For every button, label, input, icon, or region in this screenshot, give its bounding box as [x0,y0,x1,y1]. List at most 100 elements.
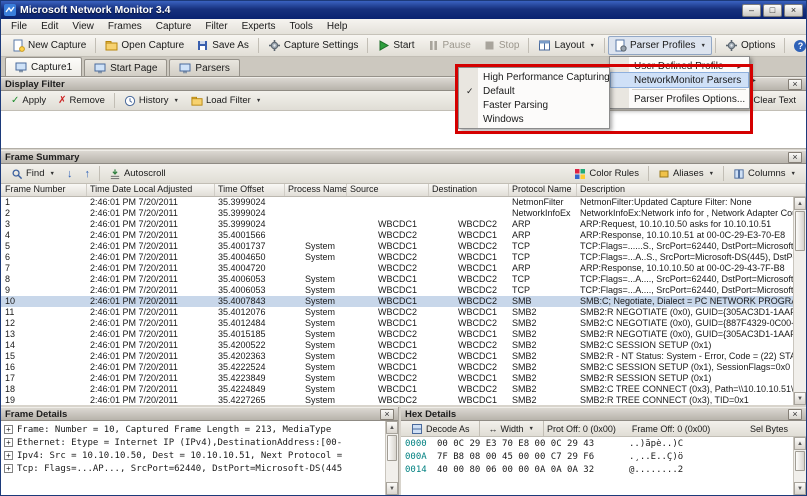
close-panel-icon[interactable]: × [788,78,802,90]
expand-icon[interactable]: + [4,451,13,460]
frame-row[interactable]: 2 2:46:01 PM 7/20/2011 35.3999024 Networ… [1,208,793,219]
tab[interactable]: Start Page [84,59,168,76]
frame-detail-node[interactable]: + Tcp: Flags=...AP..., SrcPort=62440, Ds… [4,462,385,475]
scroll-up-button[interactable]: ▲ [386,421,398,434]
frame-details-scrollbar[interactable]: ▲ ▼ [385,421,398,495]
menu-item[interactable]: File [4,20,34,33]
load-filter-label: Load Filter [205,95,251,106]
frame-row[interactable]: 8 2:46:01 PM 7/20/2011 35.4006053 System… [1,274,793,285]
scroll-up-button[interactable]: ▲ [794,197,806,210]
frame-row[interactable]: 14 2:46:01 PM 7/20/2011 35.4200522 Syste… [1,340,793,351]
frame-row[interactable]: 3 2:46:01 PM 7/20/2011 35.3999024 WBCDC1… [1,219,793,230]
frame-row[interactable]: 1 2:46:01 PM 7/20/2011 35.3999024 Netmon… [1,197,793,208]
frame-row[interactable]: 7 2:46:01 PM 7/20/2011 35.4004720 WBCDC2… [1,263,793,274]
frame-row[interactable]: 11 2:46:01 PM 7/20/2011 35.4012076 Syste… [1,307,793,318]
remove-button[interactable]: ✗ Remove [52,92,111,109]
frame-row[interactable]: 9 2:46:01 PM 7/20/2011 35.4006053 System… [1,285,793,296]
submenu-item[interactable]: Faster Parsing [460,98,608,112]
expand-icon[interactable]: + [4,464,13,473]
scroll-down-button[interactable]: ▼ [794,392,806,405]
parser-profiles-button[interactable]: Parser Profiles ▼ [607,36,712,55]
frame-detail-node[interactable]: + Ipv4: Src = 10.10.10.50, Dest = 10.10.… [4,449,385,462]
aliases-button[interactable]: Aliases ▼ [652,165,720,183]
find-next-button[interactable]: ↓ [61,165,79,183]
hex-row[interactable]: 000A 7F B8 08 00 45 00 00 C7 29 F6 .¸..E… [405,452,793,465]
menu-item[interactable]: View [65,20,101,33]
menu-item[interactable]: Parser Profiles Options... [611,89,748,106]
scroll-thumb[interactable] [387,435,397,461]
close-panel-icon[interactable]: × [788,408,802,420]
frame-detail-node[interactable]: + Ethernet: Etype = Internet IP (IPv4),D… [4,436,385,449]
autoscroll-button[interactable]: Autoscroll [103,165,172,183]
layout-button[interactable]: Layout ▼ [532,36,600,55]
close-button[interactable]: × [784,3,803,17]
column-header-destination[interactable]: Destination [429,184,509,196]
frame-table-scrollbar[interactable]: ▲ ▼ [793,197,806,405]
expand-icon[interactable]: + [4,438,13,447]
column-header-frame-number[interactable]: Frame Number [1,184,87,196]
frame-row[interactable]: 16 2:46:01 PM 7/20/2011 35.4222524 Syste… [1,362,793,373]
menu-item[interactable]: Filter [198,20,234,33]
frame-row[interactable]: 5 2:46:01 PM 7/20/2011 35.4001737 System… [1,241,793,252]
find-button[interactable]: Find ▼ [5,165,61,183]
new-capture-button[interactable]: New Capture [6,36,92,55]
column-header-process-name[interactable]: Process Name [285,184,347,196]
column-header-source[interactable]: Source [347,184,429,196]
menu-item[interactable]: Edit [34,20,65,33]
display-filter-input[interactable] [1,111,806,149]
menu-item[interactable]: Tools [282,20,319,33]
start-button[interactable]: Start [371,36,420,55]
frame-row[interactable]: 12 2:46:01 PM 7/20/2011 35.4012484 Syste… [1,318,793,329]
expand-icon[interactable]: + [4,425,13,434]
submenu-item[interactable]: Windows [460,112,608,126]
capture-settings-button[interactable]: Capture Settings [262,36,365,55]
frame-row[interactable]: 4 2:46:01 PM 7/20/2011 35.4001566 WBCDC2… [1,230,793,241]
frame-row[interactable]: 18 2:46:01 PM 7/20/2011 35.4224849 Syste… [1,384,793,395]
width-button[interactable]: ↔ Width ▼ [483,421,540,437]
find-prev-button[interactable]: ↑ [78,165,96,183]
history-button[interactable]: History ▼ [118,92,185,110]
column-header-time-offset[interactable]: Time Offset [215,184,285,196]
column-header-description[interactable]: Description [577,184,806,196]
frame-row[interactable]: 19 2:46:01 PM 7/20/2011 35.4227265 Syste… [1,395,793,405]
scroll-down-button[interactable]: ▼ [794,482,806,495]
frame-row[interactable]: 17 2:46:01 PM 7/20/2011 35.4223849 Syste… [1,373,793,384]
options-button[interactable]: Options [719,36,781,55]
menu-item[interactable]: Frames [101,20,149,33]
frame-row[interactable]: 10 2:46:01 PM 7/20/2011 35.4007843 Syste… [1,296,793,307]
color-rules-button[interactable]: Color Rules [568,165,645,183]
scroll-thumb[interactable] [795,211,805,251]
scroll-thumb[interactable] [795,451,805,471]
submenu-item[interactable]: ✓ Default [460,84,608,98]
frame-row[interactable]: 13 2:46:01 PM 7/20/2011 35.4015185 Syste… [1,329,793,340]
column-header-time-date[interactable]: Time Date Local Adjusted [87,184,215,196]
hex-scrollbar[interactable]: ▲ ▼ [793,437,806,495]
tab[interactable]: Parsers [169,59,240,76]
column-header-protocol-name[interactable]: Protocol Name [509,184,577,196]
submenu-item[interactable]: High Performance Capturing [460,70,610,84]
columns-button[interactable]: Columns ▼ [727,165,802,183]
menu-item[interactable]: Experts [235,20,283,33]
save-as-button[interactable]: Save As [190,36,255,55]
menu-item[interactable]: NetworkMonitor Parsers ▶ [610,72,756,88]
maximize-button[interactable]: □ [763,3,782,17]
scroll-up-button[interactable]: ▲ [794,437,806,450]
scroll-down-button[interactable]: ▼ [386,482,398,495]
decode-as-button[interactable]: Decode As [405,420,476,438]
hex-row[interactable]: 0000 00 0C 29 E3 70 E8 00 0C 29 43 ..)ãp… [405,439,793,452]
load-filter-button[interactable]: Load Filter ▼ [185,92,267,110]
minimize-button[interactable]: – [742,3,761,17]
close-panel-icon[interactable]: × [788,151,802,163]
menu-item[interactable]: Capture [149,20,199,33]
close-panel-icon[interactable]: × [380,408,394,420]
frame-detail-node[interactable]: + Frame: Number = 10, Captured Frame Len… [4,423,385,436]
open-capture-button[interactable]: Open Capture [99,36,190,55]
hex-row[interactable]: 0014 40 00 80 06 00 00 0A 0A 0A 32 @....… [405,465,793,478]
frame-row[interactable]: 6 2:46:01 PM 7/20/2011 35.4004650 System… [1,252,793,263]
frame-row[interactable]: 15 2:46:01 PM 7/20/2011 35.4202363 Syste… [1,351,793,362]
apply-button[interactable]: ✓ Apply [5,92,52,109]
menu-item[interactable]: Help [320,20,355,33]
menu-item[interactable]: User Defined Profile ▶ [611,59,748,73]
tab[interactable]: Capture1 [5,57,83,76]
how-do-i-button[interactable]: ? How Do I ▼ [788,37,806,55]
